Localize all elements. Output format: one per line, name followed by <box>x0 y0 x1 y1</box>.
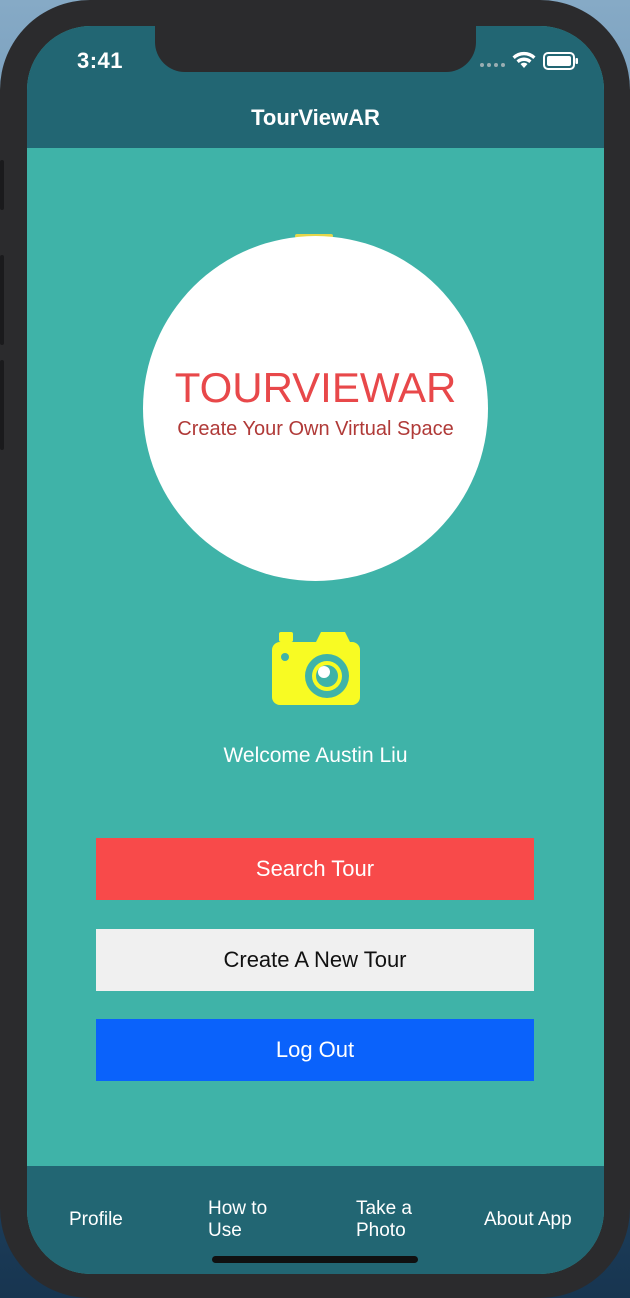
tourviewar-logo: TOURVIEWAR Create Your Own Virtual Space <box>143 236 488 581</box>
logo-tagline: Create Your Own Virtual Space <box>177 418 454 440</box>
search-tour-label: Search Tour <box>255 856 375 881</box>
app-screen: 3:41 TourViewAR TOURVIEWAR Create Your O… <box>27 26 604 1274</box>
create-tour-button[interactable]: Create A New Tour <box>96 929 534 991</box>
tab-profile[interactable]: Profile <box>69 1209 123 1231</box>
wifi-icon <box>512 51 536 68</box>
logo-title: TOURVIEWAR <box>174 364 457 411</box>
nav-title: TourViewAR <box>251 105 380 130</box>
tab-about-app[interactable]: About App <box>484 1209 572 1231</box>
tab-how-to-use[interactable]: How to Use <box>208 1198 288 1242</box>
battery-icon <box>543 52 578 70</box>
navigation-bar: TourViewAR <box>27 96 604 148</box>
main-content: TOURVIEWAR Create Your Own Virtual Space… <box>27 148 604 1166</box>
log-out-button[interactable]: Log Out <box>96 1019 534 1081</box>
mute-switch <box>0 160 4 210</box>
create-tour-label: Create A New Tour <box>223 947 407 972</box>
welcome-message: Welcome Austin Liu <box>223 744 408 767</box>
status-bar: 3:41 <box>27 26 604 96</box>
phone-frame: 3:41 TourViewAR TOURVIEWAR Create Your O… <box>0 0 630 1298</box>
search-tour-button[interactable]: Search Tour <box>96 838 534 900</box>
notch <box>155 26 476 72</box>
tab-bar: Profile How to Use Take a Photo About Ap… <box>27 1166 604 1274</box>
status-time: 3:41 <box>77 48 124 73</box>
signal-icon <box>480 63 505 67</box>
log-out-label: Log Out <box>275 1037 355 1062</box>
tab-take-a-photo[interactable]: Take a Photo <box>356 1198 436 1242</box>
home-indicator[interactable] <box>212 1256 418 1263</box>
volume-down-button <box>0 360 4 450</box>
camera-icon[interactable] <box>271 630 361 706</box>
volume-up-button <box>0 255 4 345</box>
